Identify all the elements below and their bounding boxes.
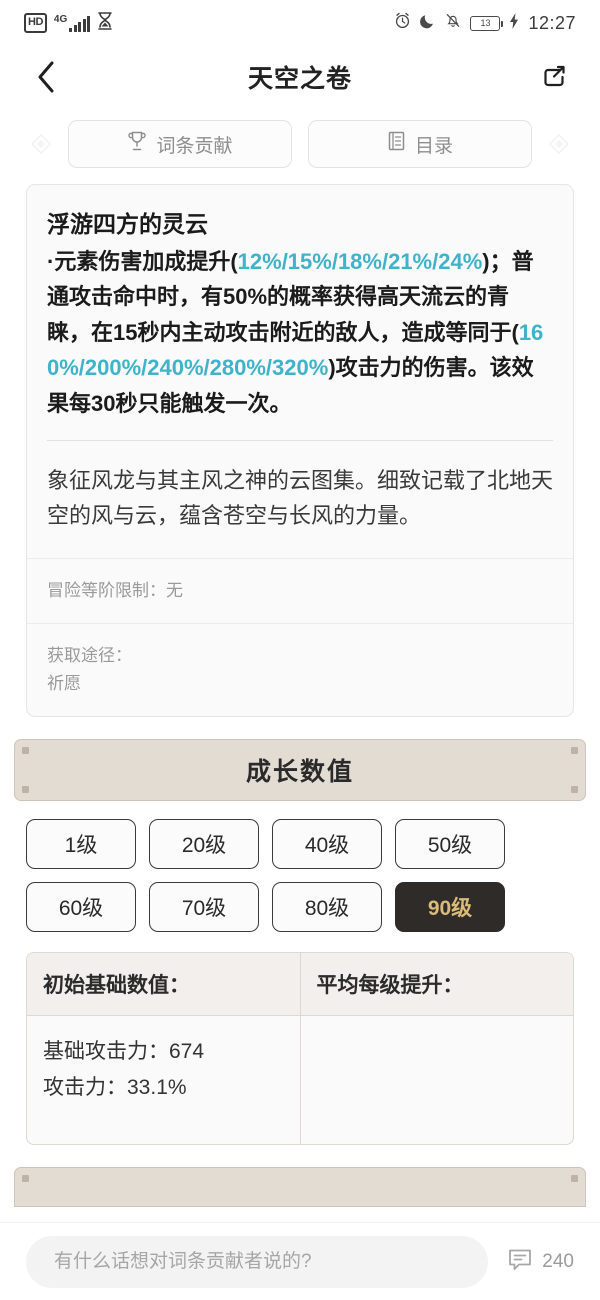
level-button-80[interactable]: 80级 xyxy=(272,882,382,933)
alarm-clock-icon xyxy=(394,12,411,34)
moon-icon xyxy=(420,12,436,34)
share-button[interactable] xyxy=(534,57,574,97)
diamond-ornament-icon-left xyxy=(30,133,52,155)
tab-catalog[interactable]: 目录 xyxy=(308,120,532,168)
signal-bars-glyph xyxy=(69,15,91,32)
status-bar-time: 12:27 xyxy=(528,12,576,33)
stats-header-base: 初始基础数值： xyxy=(27,953,301,1016)
stats-table-header: 初始基础数值： 平均每级提升： xyxy=(27,953,573,1017)
tab-row: 词条贡献 目录 xyxy=(0,108,600,184)
stats-cell-base: 基础攻击力：674 攻击力：33.1% xyxy=(27,1016,301,1145)
weapon-info-card: 浮游四方的灵云 ·元素伤害加成提升(12%/15%/18%/21%/24%)；普… xyxy=(26,184,574,718)
bottom-comment-bar: 240 xyxy=(0,1222,600,1300)
corner-decoration-tr xyxy=(571,747,578,755)
chevron-left-icon xyxy=(38,61,54,93)
status-bar-left: HD 4G xyxy=(24,11,113,35)
status-bar: HD 4G 13 12:27 xyxy=(0,0,600,46)
corner-decoration-bl xyxy=(22,786,29,794)
stats-header-growth: 平均每级提升： xyxy=(316,974,464,998)
status-bar-right: 13 12:27 xyxy=(394,12,576,34)
hourglass-icon xyxy=(97,11,113,35)
share-icon xyxy=(544,65,565,87)
corner-decoration-tl xyxy=(22,747,29,755)
stats-table: 初始基础数值： 平均每级提升： 基础攻击力：674 攻击力：33.1% xyxy=(26,952,574,1146)
stats-cell-growth xyxy=(301,1016,574,1144)
level-button-90[interactable]: 90级 xyxy=(395,882,505,933)
signal-bars-icon: 4G xyxy=(54,14,91,32)
skill-section: 浮游四方的灵云 ·元素伤害加成提升(12%/15%/18%/21%/24%)；普… xyxy=(27,185,573,440)
skill-part-1: ·元素伤害加成提升( xyxy=(47,248,238,274)
page-title: 天空之卷 xyxy=(247,65,352,93)
adventure-rank-row: 冒险等阶限制：无 xyxy=(27,557,573,623)
tab-catalog-label: 目录 xyxy=(414,135,453,157)
level-button-20[interactable]: 20级 xyxy=(149,819,259,870)
flavor-text: 象征风龙与其主风之神的云图集。细致记载了北地天空的风与云，蕴含苍空与长风的力量。 xyxy=(47,467,554,529)
next-section-header xyxy=(14,1167,586,1208)
list-document-icon xyxy=(387,130,406,158)
app-root: HD 4G 13 12:27 天空之卷 词条贡献 目录 浮游四方的灵云 ·元素伤… xyxy=(0,0,600,1300)
corner-decoration-br xyxy=(571,786,578,794)
comment-bubble-icon xyxy=(506,1245,534,1279)
stats-panel: 成长数值 1级 20级 40级 50级 60级 70级 80级 90级 初始基础… xyxy=(14,739,586,1146)
level-button-1[interactable]: 1级 xyxy=(26,819,136,870)
stat-atk-percent: 攻击力：33.1% xyxy=(43,1075,187,1099)
nav-bar: 天空之卷 xyxy=(0,46,600,108)
acquisition-row: 获取途径： 祈愿 xyxy=(27,622,573,716)
hd-icon: HD xyxy=(24,13,47,33)
stats-panel-header: 成长数值 xyxy=(14,739,586,802)
level-button-70[interactable]: 70级 xyxy=(149,882,259,933)
level-button-40[interactable]: 40级 xyxy=(272,819,382,870)
diamond-ornament-icon-right xyxy=(548,133,570,155)
trophy-icon xyxy=(127,130,147,158)
next-corner-decoration-tr xyxy=(571,1175,578,1183)
comment-count-label: 240 xyxy=(542,1250,574,1272)
level-selector: 1级 20级 40级 50级 60级 70级 80级 90级 xyxy=(14,801,586,938)
stats-panel-title: 成长数值 xyxy=(245,758,354,787)
back-button[interactable] xyxy=(26,57,66,97)
acquisition-label: 获取途径： xyxy=(47,645,132,665)
tab-contribution[interactable]: 词条贡献 xyxy=(68,120,292,168)
stats-table-body: 基础攻击力：674 攻击力：33.1% xyxy=(27,1016,574,1145)
skill-title: 浮游四方的灵云 xyxy=(47,211,208,237)
comment-count-button[interactable]: 240 xyxy=(506,1245,574,1279)
comment-input[interactable] xyxy=(26,1235,489,1288)
charging-bolt-icon xyxy=(509,12,519,34)
level-button-50[interactable]: 50级 xyxy=(395,819,505,870)
skill-description: ·元素伤害加成提升(12%/15%/18%/21%/24%)；普通攻击命中时，有… xyxy=(47,244,553,422)
acquisition-value: 祈愿 xyxy=(47,673,81,693)
skill-value-1: 12%/15%/18%/21%/24% xyxy=(237,248,483,274)
bell-muted-icon xyxy=(445,12,461,34)
level-button-60[interactable]: 60级 xyxy=(26,882,136,933)
battery-icon: 13 xyxy=(470,15,504,31)
next-corner-decoration-tl xyxy=(22,1175,29,1183)
tab-contribution-label: 词条贡献 xyxy=(156,135,233,157)
stat-base-atk: 基础攻击力：674 xyxy=(43,1040,205,1064)
